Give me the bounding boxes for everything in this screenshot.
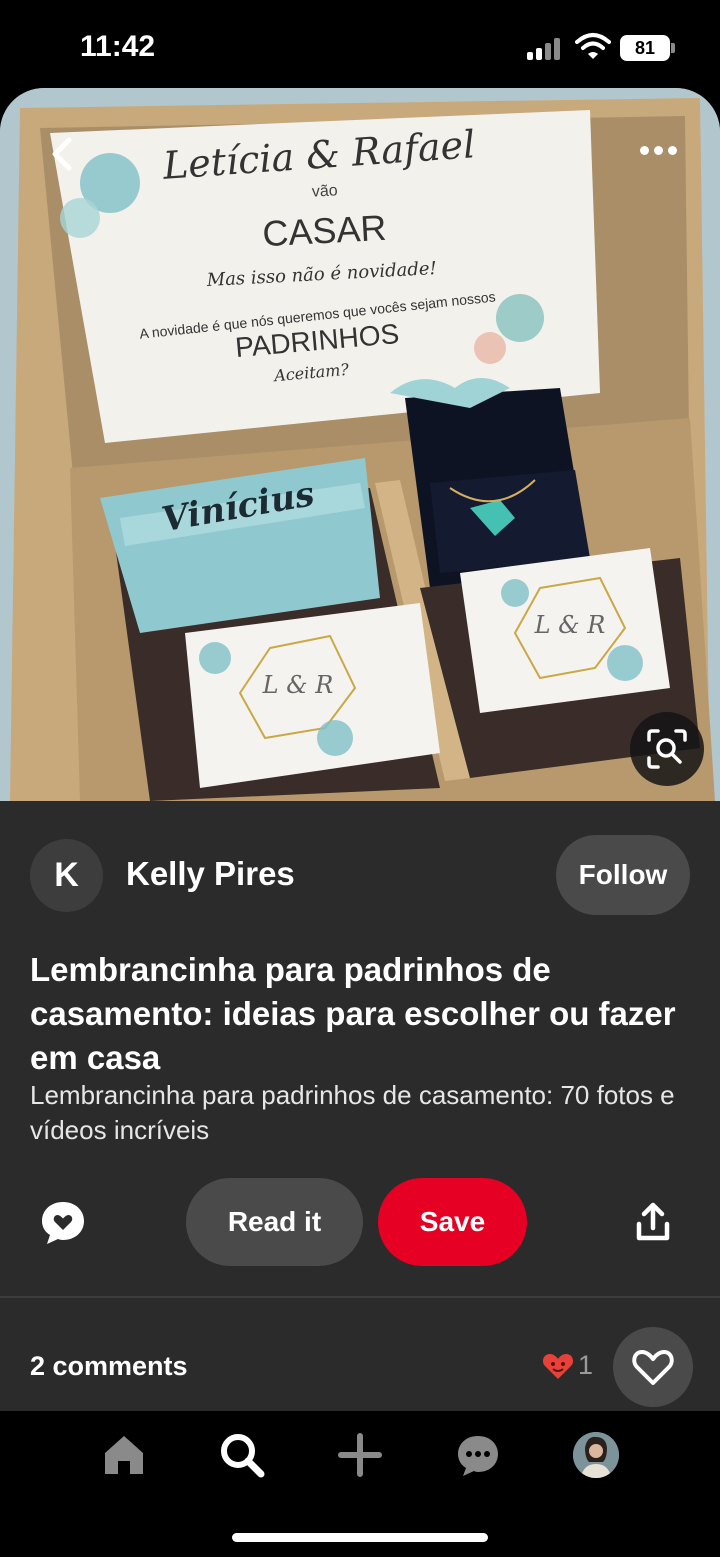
more-options-button[interactable]	[628, 128, 688, 172]
pin-image[interactable]: Letícia & Rafael vão CASAR Mas isso não …	[0, 88, 720, 801]
home-icon	[105, 1436, 143, 1474]
pin-title: Lembrancinha para padrinhos de casamento…	[30, 951, 676, 1076]
author-name[interactable]: Kelly Pires	[126, 855, 295, 893]
follow-button[interactable]: Follow	[556, 835, 690, 915]
wifi-icon	[575, 33, 611, 59]
heart-face-icon	[542, 1353, 574, 1379]
reaction-count: 1	[578, 1350, 594, 1380]
battery-icon: 81	[620, 35, 670, 61]
signal-icon	[527, 38, 563, 60]
create-icon	[338, 1433, 382, 1477]
section-divider	[0, 1296, 720, 1298]
status-time: 11:42	[80, 30, 156, 63]
save-button[interactable]: Save	[378, 1178, 527, 1266]
tab-search[interactable]	[212, 1430, 272, 1480]
author-avatar[interactable]: K	[30, 839, 103, 912]
lens-icon	[647, 729, 687, 769]
left-monogram-text: L & R	[262, 671, 334, 699]
pin-photo-illustration: Letícia & Rafael vão CASAR Mas isso não …	[0, 88, 720, 801]
tab-home[interactable]	[94, 1430, 154, 1480]
right-monogram-text: L & R	[534, 611, 606, 639]
share-icon	[636, 1202, 670, 1241]
react-button[interactable]	[613, 1327, 693, 1407]
card-vao-text: vão	[311, 182, 338, 200]
comment-icon	[42, 1202, 84, 1244]
more-dot-icon	[667, 145, 677, 155]
more-dot-icon	[653, 145, 663, 155]
tab-profile-avatar[interactable]	[573, 1432, 619, 1478]
status-bar: 11:42 81	[0, 0, 720, 96]
pin-detail-screen: 11:42 81 Letícia & Rafael vão CASAR Mas …	[0, 0, 720, 1557]
comments-count-label[interactable]: 2 comments	[30, 1351, 188, 1382]
visual-search-button[interactable]	[630, 712, 704, 786]
reaction-summary[interactable]: 1	[542, 1350, 593, 1381]
chevron-left-icon	[52, 137, 72, 171]
more-dot-icon	[639, 145, 649, 155]
heart-outline-icon	[632, 1350, 674, 1385]
read-it-button[interactable]: Read it	[186, 1178, 363, 1266]
pin-description: Lembrancinha para padrinhos de casamento…	[30, 1080, 675, 1145]
battery-tip	[671, 43, 675, 53]
back-button[interactable]	[36, 128, 88, 180]
tab-messages[interactable]	[448, 1430, 508, 1480]
search-icon	[221, 1434, 265, 1478]
messages-icon	[458, 1436, 498, 1476]
card-casar-text: CASAR	[261, 207, 387, 254]
profile-avatar-image	[573, 1432, 619, 1478]
comment-button[interactable]	[38, 1198, 88, 1248]
share-button[interactable]	[628, 1198, 678, 1248]
tab-create[interactable]	[330, 1430, 390, 1480]
home-indicator[interactable]	[232, 1533, 488, 1542]
